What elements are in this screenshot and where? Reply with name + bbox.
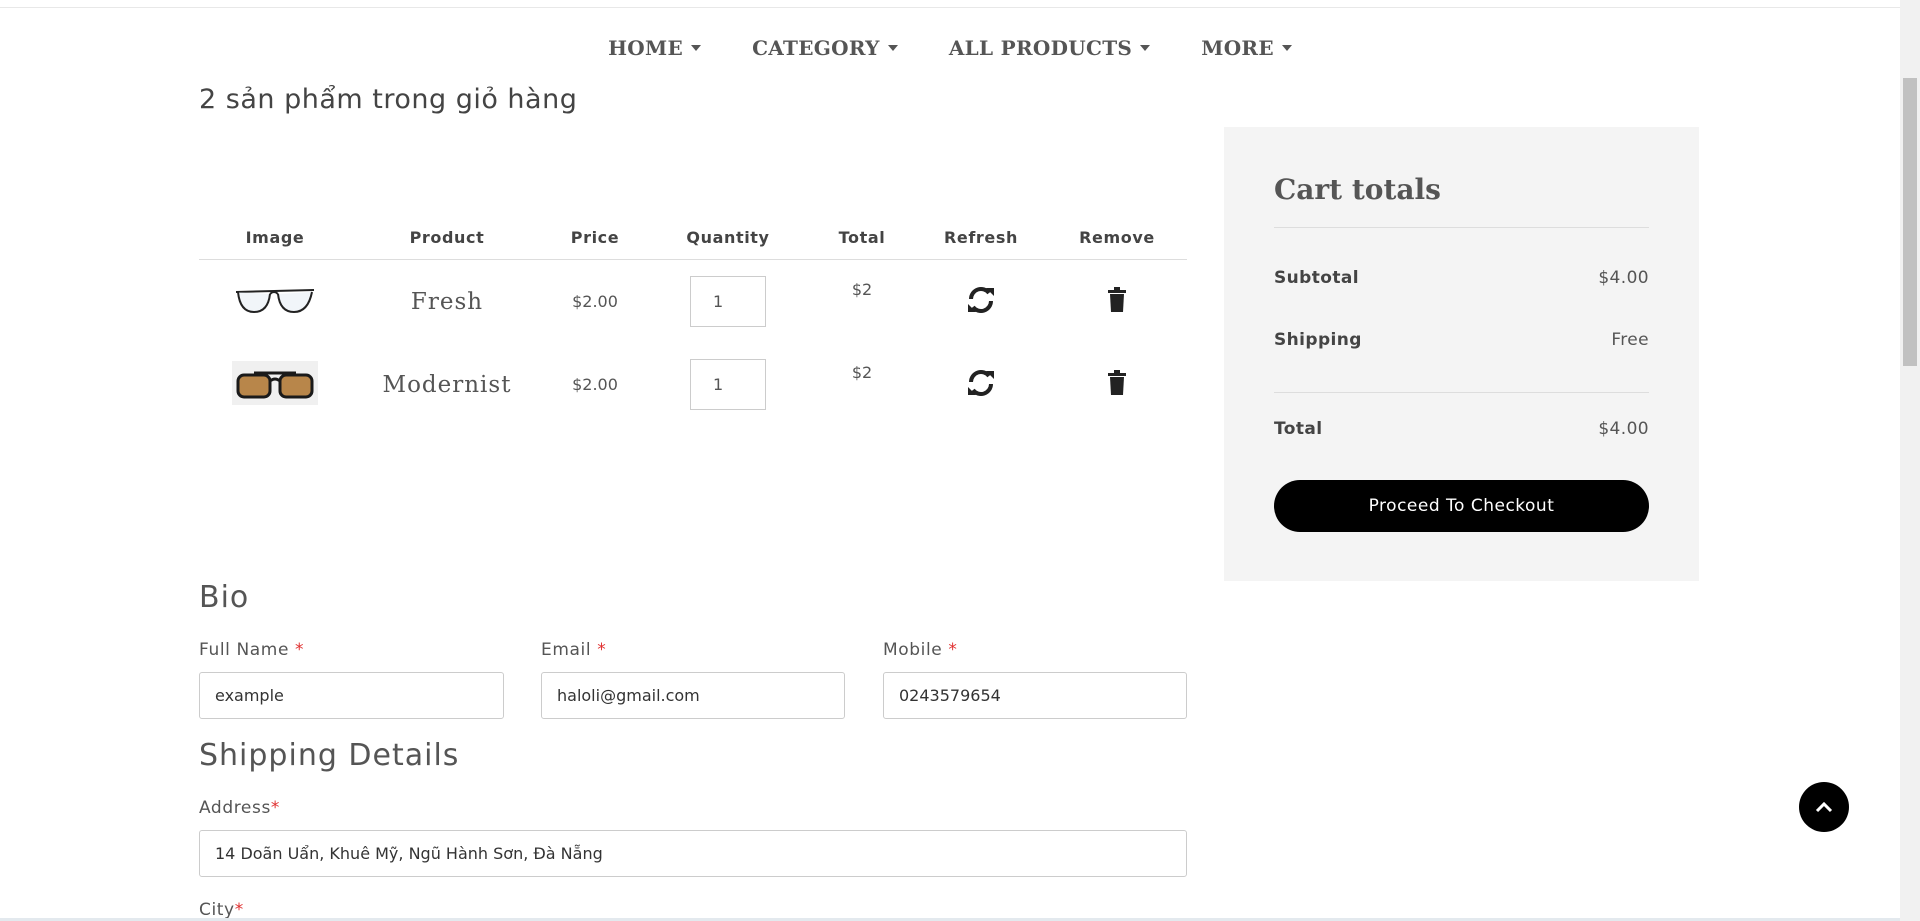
vertical-scrollbar[interactable] bbox=[1900, 0, 1920, 921]
column-header-refresh: Refresh bbox=[944, 227, 1018, 247]
city-label-text: City bbox=[199, 900, 235, 920]
caret-down-icon bbox=[887, 44, 898, 51]
required-mark: * bbox=[948, 640, 958, 660]
required-mark: * bbox=[234, 900, 244, 920]
proceed-to-checkout-button[interactable]: Proceed To Checkout bbox=[1274, 480, 1649, 532]
quantity-input[interactable] bbox=[690, 276, 766, 327]
nav-home[interactable]: HOME bbox=[608, 36, 701, 60]
sunglasses-image[interactable] bbox=[232, 360, 318, 405]
refresh-button[interactable] bbox=[915, 367, 1047, 403]
column-header-product: Product bbox=[409, 227, 485, 247]
mobile-label: Mobile * bbox=[883, 640, 958, 660]
product-image-cell bbox=[199, 360, 351, 409]
cart-totals-title: Cart totals bbox=[1274, 173, 1441, 206]
eyeglasses-image[interactable] bbox=[232, 278, 318, 322]
quantity-cell bbox=[647, 276, 809, 327]
mobile-field[interactable] bbox=[883, 672, 1187, 719]
divider bbox=[1274, 227, 1649, 228]
refresh-icon bbox=[968, 286, 994, 313]
product-price: $2.00 bbox=[572, 292, 618, 311]
required-mark: * bbox=[270, 798, 281, 818]
refresh-button[interactable] bbox=[915, 284, 1047, 320]
cart-heading: 2 sản phẩm trong giỏ hàng bbox=[199, 84, 578, 115]
quantity-input[interactable] bbox=[690, 359, 766, 410]
email-field[interactable] bbox=[541, 672, 845, 719]
nav-home-label: HOME bbox=[608, 36, 683, 60]
nav-category-label: CATEGORY bbox=[752, 36, 880, 60]
product-name[interactable]: Modernist bbox=[351, 372, 543, 398]
cart-table: Image Product Price Quantity Total Refre… bbox=[199, 215, 1187, 426]
shipping-value: Free bbox=[1611, 330, 1649, 350]
nav-more[interactable]: MORE bbox=[1201, 36, 1292, 60]
column-header-price: Price bbox=[570, 227, 620, 247]
divider bbox=[1274, 392, 1649, 393]
full-name-label: Full Name * bbox=[199, 640, 304, 660]
scrollbar-thumb[interactable] bbox=[1903, 78, 1917, 366]
caret-down-icon bbox=[1281, 44, 1292, 51]
mobile-label-text: Mobile bbox=[883, 640, 943, 660]
column-header-remove: Remove bbox=[1079, 227, 1155, 247]
trash-icon bbox=[1108, 286, 1126, 312]
total-label: Total bbox=[1274, 419, 1323, 439]
cart-row: Fresh $2.00 $2 bbox=[199, 260, 1187, 343]
main-nav: HOME CATEGORY ALL PRODUCTS MORE bbox=[0, 36, 1900, 60]
full-name-field[interactable] bbox=[199, 672, 504, 719]
trash-icon bbox=[1108, 369, 1126, 395]
refresh-icon bbox=[968, 369, 994, 396]
remove-button[interactable] bbox=[1047, 369, 1187, 400]
remove-button[interactable] bbox=[1047, 286, 1187, 317]
cart-totals-panel: Cart totals Subtotal $4.00 Shipping Free… bbox=[1224, 127, 1699, 581]
subtotal-label: Subtotal bbox=[1274, 268, 1359, 288]
total-value: $4.00 bbox=[1598, 419, 1649, 439]
product-image-cell bbox=[199, 278, 351, 326]
subtotal-value: $4.00 bbox=[1598, 268, 1649, 288]
column-header-total: Total bbox=[838, 227, 886, 247]
nav-more-label: MORE bbox=[1201, 36, 1274, 60]
required-mark: * bbox=[597, 640, 607, 660]
shipping-label: Shipping bbox=[1274, 330, 1362, 350]
header-divider bbox=[0, 7, 1900, 8]
nav-all-products-label: ALL PRODUCTS bbox=[948, 36, 1133, 60]
city-label: City* bbox=[199, 900, 244, 920]
address-label: Address* bbox=[199, 798, 280, 818]
bio-title: Bio bbox=[199, 580, 250, 615]
quantity-cell bbox=[647, 359, 809, 410]
shipping-row: Shipping Free bbox=[1274, 330, 1649, 350]
cart-table-header: Image Product Price Quantity Total Refre… bbox=[199, 215, 1187, 260]
product-name[interactable]: Fresh bbox=[351, 289, 543, 315]
line-total: $2 bbox=[851, 363, 873, 382]
caret-down-icon bbox=[1140, 44, 1151, 51]
back-to-top-button[interactable] bbox=[1799, 782, 1849, 832]
product-price: $2.00 bbox=[572, 375, 618, 394]
email-label: Email * bbox=[541, 640, 606, 660]
cart-row: Modernist $2.00 $2 bbox=[199, 343, 1187, 426]
total-row: Total $4.00 bbox=[1274, 419, 1649, 439]
shipping-details-title: Shipping Details bbox=[199, 738, 460, 773]
nav-all-products[interactable]: ALL PRODUCTS bbox=[948, 36, 1151, 60]
email-label-text: Email bbox=[541, 640, 592, 660]
nav-category[interactable]: CATEGORY bbox=[752, 36, 898, 60]
column-header-image: Image bbox=[245, 227, 305, 247]
full-name-label-text: Full Name bbox=[199, 640, 290, 660]
caret-down-icon bbox=[691, 44, 701, 51]
column-header-quantity: Quantity bbox=[686, 227, 770, 247]
line-total: $2 bbox=[851, 280, 873, 299]
chevron-up-icon bbox=[1815, 801, 1833, 813]
address-label-text: Address bbox=[199, 798, 271, 818]
required-mark: * bbox=[295, 640, 305, 660]
address-field[interactable] bbox=[199, 830, 1187, 877]
subtotal-row: Subtotal $4.00 bbox=[1274, 268, 1649, 288]
